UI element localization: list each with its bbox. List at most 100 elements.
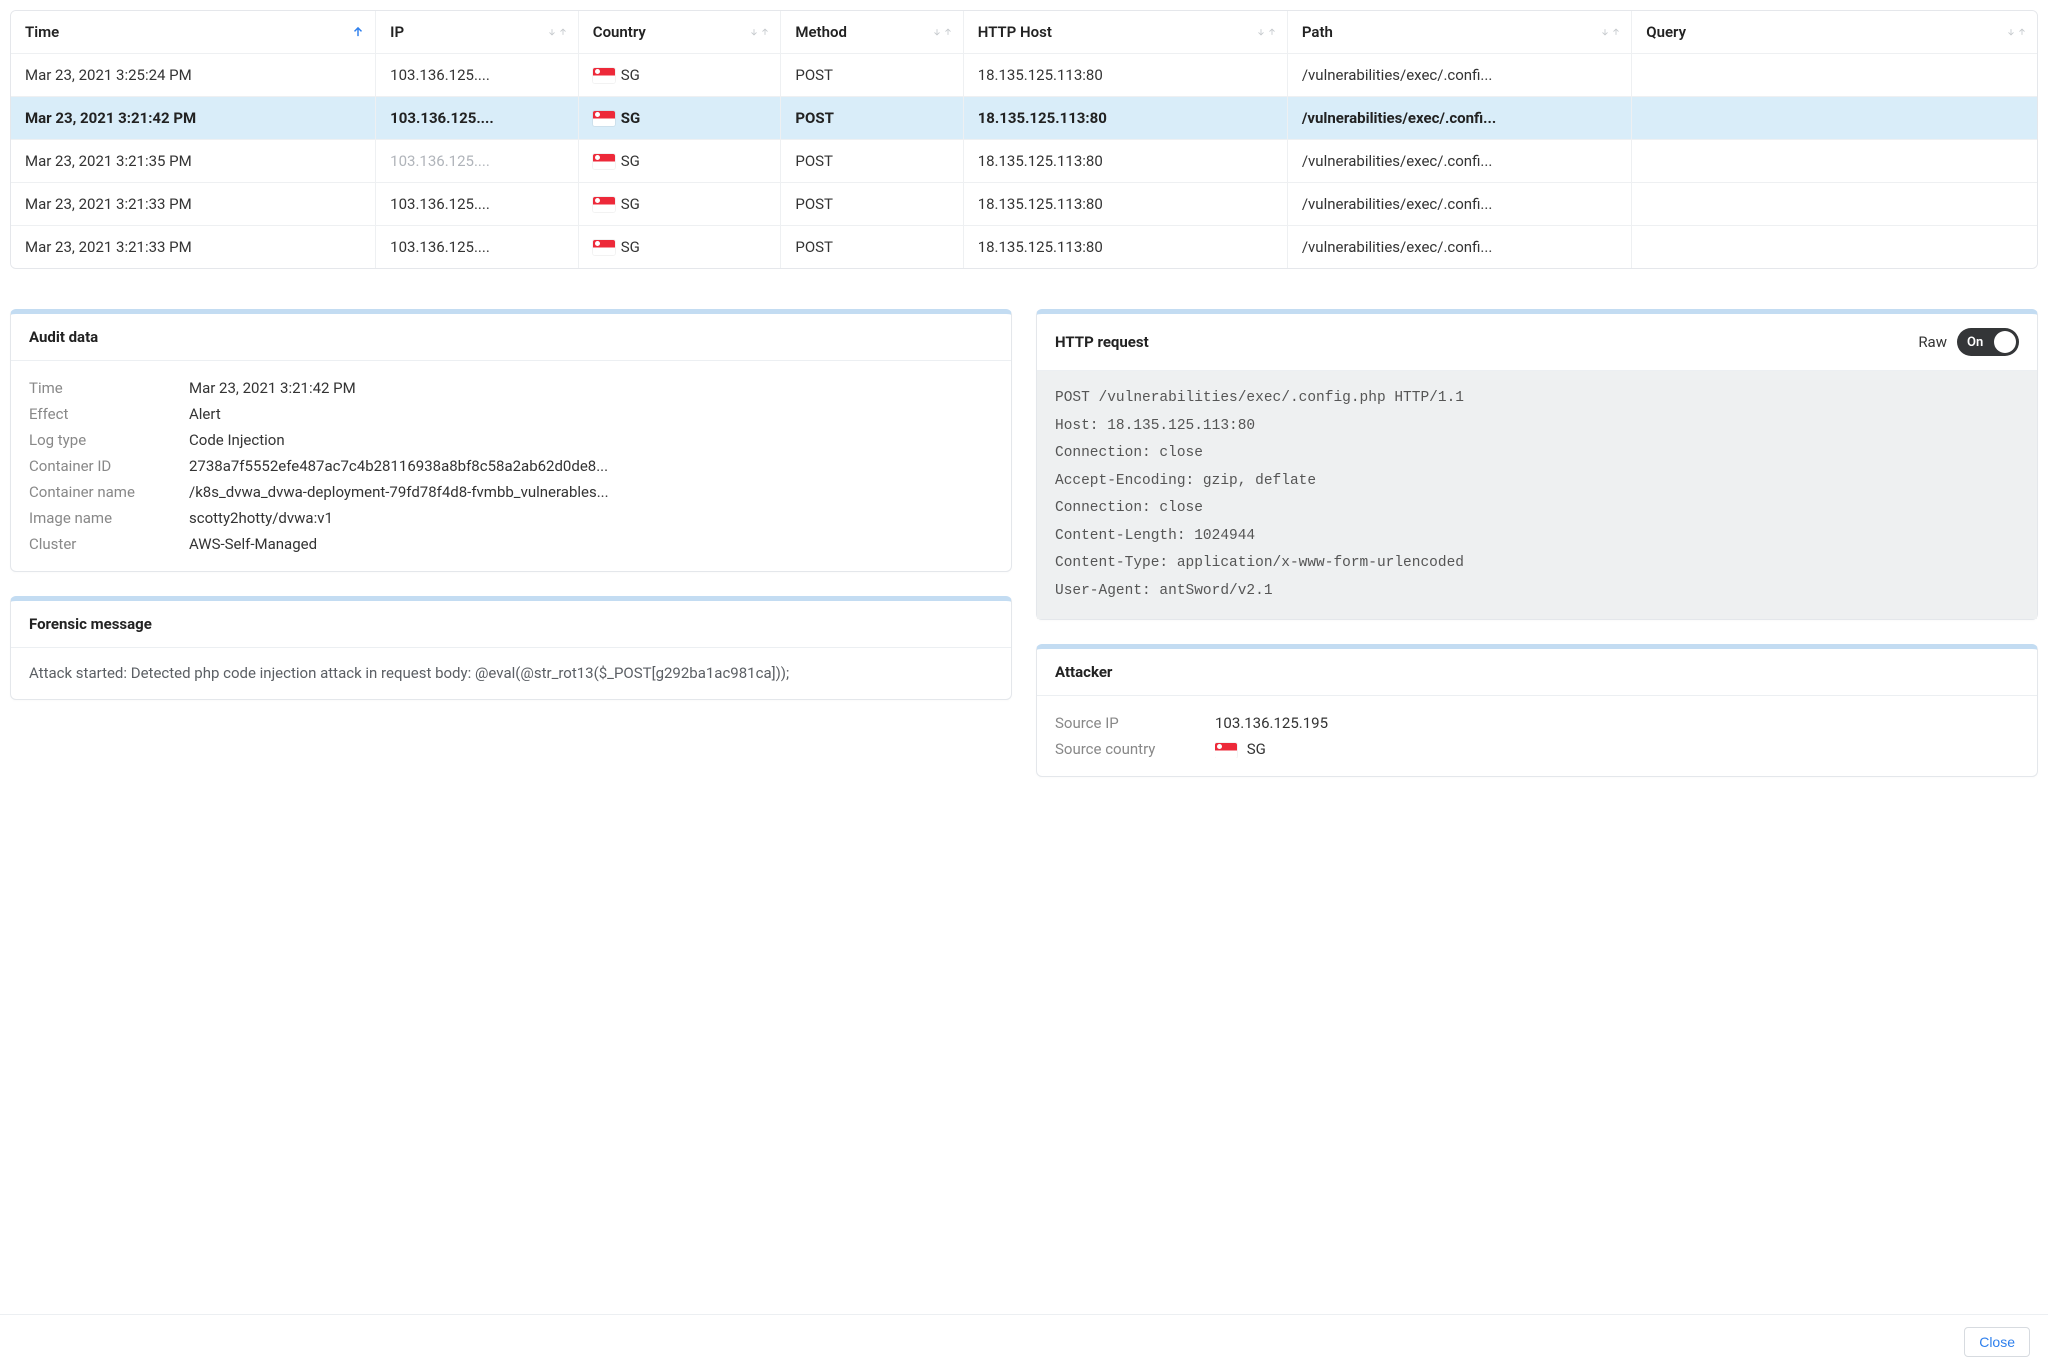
col-ip[interactable]: IP bbox=[376, 11, 579, 54]
col-method[interactable]: Method bbox=[781, 11, 963, 54]
kv-key: Time bbox=[29, 379, 189, 397]
kv-row: Container ID2738a7f5552efe487ac7c4b28116… bbox=[29, 453, 993, 479]
sort-desc-icon bbox=[932, 27, 942, 37]
raw-label: Raw bbox=[1918, 333, 1947, 351]
kv-val: Alert bbox=[189, 405, 221, 423]
events-table: TimeIPCountryMethodHTTP HostPathQuery Ma… bbox=[10, 10, 2038, 269]
cell: 103.136.125.... bbox=[376, 54, 579, 97]
cell: SG bbox=[578, 97, 781, 140]
kv-val: Code Injection bbox=[189, 431, 285, 449]
kv-key: Image name bbox=[29, 509, 189, 527]
kv-row: ClusterAWS-Self-Managed bbox=[29, 531, 993, 557]
sort-asc-icon bbox=[760, 27, 770, 37]
cell: SG bbox=[578, 54, 781, 97]
col-time[interactable]: Time bbox=[11, 11, 376, 54]
table-row[interactable]: Mar 23, 2021 3:21:33 PM103.136.125....SG… bbox=[11, 183, 2037, 226]
kv-key: Container ID bbox=[29, 457, 189, 475]
sort-desc-icon bbox=[749, 27, 759, 37]
cell: Mar 23, 2021 3:21:33 PM bbox=[11, 226, 376, 269]
table-row[interactable]: Mar 23, 2021 3:21:35 PM103.136.125....SG… bbox=[11, 140, 2037, 183]
cell: 103.136.125.... bbox=[376, 140, 579, 183]
cell: 103.136.125.... bbox=[376, 97, 579, 140]
sort-asc-icon bbox=[351, 25, 365, 39]
forensic-card: Forensic message Attack started: Detecte… bbox=[10, 596, 1012, 700]
forensic-title: Forensic message bbox=[11, 601, 1011, 648]
attacker-card: Attacker Source IP103.136.125.195Source … bbox=[1036, 644, 2038, 777]
cell: POST bbox=[781, 226, 963, 269]
raw-toggle[interactable]: On bbox=[1957, 328, 2019, 356]
cell: 18.135.125.113:80 bbox=[963, 226, 1287, 269]
kv-row: TimeMar 23, 2021 3:21:42 PM bbox=[29, 375, 993, 401]
cell: POST bbox=[781, 140, 963, 183]
kv-row: Source IP103.136.125.195 bbox=[1055, 710, 2019, 736]
cell: SG bbox=[578, 140, 781, 183]
table-row[interactable]: Mar 23, 2021 3:25:24 PM103.136.125....SG… bbox=[11, 54, 2037, 97]
cell: 18.135.125.113:80 bbox=[963, 140, 1287, 183]
cell: /vulnerabilities/exec/.confi... bbox=[1287, 183, 1631, 226]
sort-desc-icon bbox=[1600, 27, 1610, 37]
kv-row: Image namescotty2hotty/dvwa:v1 bbox=[29, 505, 993, 531]
flag-sg-icon bbox=[593, 240, 615, 255]
sort-asc-icon bbox=[1611, 27, 1621, 37]
cell: 18.135.125.113:80 bbox=[963, 97, 1287, 140]
kv-row: Source country SG bbox=[1055, 736, 2019, 762]
flag-sg-icon bbox=[593, 154, 615, 169]
table-row[interactable]: Mar 23, 2021 3:21:42 PM103.136.125....SG… bbox=[11, 97, 2037, 140]
flag-sg-icon bbox=[593, 197, 615, 212]
cell: Mar 23, 2021 3:21:35 PM bbox=[11, 140, 376, 183]
http-request-card: HTTP request Raw On POST /vulnerabilitie… bbox=[1036, 309, 2038, 620]
audit-title: Audit data bbox=[11, 314, 1011, 361]
cell: POST bbox=[781, 54, 963, 97]
sort-asc-icon bbox=[1267, 27, 1277, 37]
kv-val: 2738a7f5552efe487ac7c4b28116938a8bf8c58a… bbox=[189, 457, 608, 475]
cell: 18.135.125.113:80 bbox=[963, 183, 1287, 226]
cell: /vulnerabilities/exec/.confi... bbox=[1287, 140, 1631, 183]
attacker-title: Attacker bbox=[1037, 649, 2037, 696]
col-path[interactable]: Path bbox=[1287, 11, 1631, 54]
col-host[interactable]: HTTP Host bbox=[963, 11, 1287, 54]
kv-row: Container name/k8s_dvwa_dvwa-deployment-… bbox=[29, 479, 993, 505]
cell: /vulnerabilities/exec/.confi... bbox=[1287, 97, 1631, 140]
http-title: HTTP request bbox=[1055, 333, 1149, 351]
flag-sg-icon bbox=[593, 68, 615, 83]
footer-bar: Close bbox=[0, 1314, 2048, 1369]
kv-val: 103.136.125.195 bbox=[1215, 714, 1328, 732]
cell: POST bbox=[781, 97, 963, 140]
sort-desc-icon bbox=[1256, 27, 1266, 37]
kv-val: SG bbox=[1215, 740, 1266, 758]
cell: SG bbox=[578, 226, 781, 269]
toggle-knob bbox=[1994, 331, 2016, 353]
close-button[interactable]: Close bbox=[1964, 1327, 2030, 1357]
cell: Mar 23, 2021 3:21:42 PM bbox=[11, 97, 376, 140]
cell: /vulnerabilities/exec/.confi... bbox=[1287, 226, 1631, 269]
kv-val: Mar 23, 2021 3:21:42 PM bbox=[189, 379, 356, 397]
cell: Mar 23, 2021 3:25:24 PM bbox=[11, 54, 376, 97]
kv-key: Container name bbox=[29, 483, 189, 501]
cell: Mar 23, 2021 3:21:33 PM bbox=[11, 183, 376, 226]
cell: 103.136.125.... bbox=[376, 183, 579, 226]
sort-asc-icon bbox=[943, 27, 953, 37]
sort-asc-icon bbox=[2017, 27, 2027, 37]
table-row[interactable]: Mar 23, 2021 3:21:33 PM103.136.125....SG… bbox=[11, 226, 2037, 269]
http-raw: POST /vulnerabilities/exec/.config.php H… bbox=[1037, 371, 2037, 619]
sort-desc-icon bbox=[547, 27, 557, 37]
kv-key: Log type bbox=[29, 431, 189, 449]
kv-row: EffectAlert bbox=[29, 401, 993, 427]
cell: POST bbox=[781, 183, 963, 226]
col-query[interactable]: Query bbox=[1632, 11, 2037, 54]
cell: /vulnerabilities/exec/.confi... bbox=[1287, 54, 1631, 97]
kv-val: scotty2hotty/dvwa:v1 bbox=[189, 509, 333, 527]
cell bbox=[1632, 226, 2037, 269]
cell bbox=[1632, 183, 2037, 226]
col-country[interactable]: Country bbox=[578, 11, 781, 54]
kv-key: Effect bbox=[29, 405, 189, 423]
flag-sg-icon bbox=[593, 111, 615, 126]
cell bbox=[1632, 54, 2037, 97]
sort-desc-icon bbox=[2006, 27, 2016, 37]
cell: SG bbox=[578, 183, 781, 226]
kv-key: Source country bbox=[1055, 740, 1215, 758]
flag-sg-icon bbox=[1215, 743, 1237, 758]
kv-key: Source IP bbox=[1055, 714, 1215, 732]
cell bbox=[1632, 97, 2037, 140]
sort-asc-icon bbox=[558, 27, 568, 37]
